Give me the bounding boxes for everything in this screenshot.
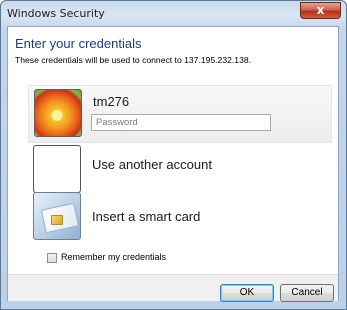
dialog-description: These credentials will be used to connec… [15, 55, 252, 65]
dialog-heading: Enter your credentials [15, 36, 142, 51]
cancel-button[interactable]: Cancel [280, 284, 334, 302]
password-input[interactable] [91, 114, 271, 131]
flower-user-icon [34, 89, 82, 137]
window-title: Windows Security [7, 7, 105, 20]
another-account-label: Use another account [92, 157, 212, 172]
smart-card-label: Insert a smart card [92, 209, 201, 224]
account-tile-smartcard[interactable]: Insert a smart card [28, 189, 332, 247]
card-chip [51, 215, 63, 225]
blank-user-icon [33, 145, 81, 193]
account-tile-tm276[interactable]: tm276 [28, 85, 332, 143]
remember-label: Remember my credentials [61, 252, 167, 262]
account-username: tm276 [93, 94, 130, 109]
close-icon: x [316, 3, 325, 17]
ok-button[interactable]: OK [220, 284, 274, 302]
title-bar[interactable]: Windows Security x [1, 1, 346, 27]
button-bar: OK Cancel [8, 274, 338, 302]
remember-checkbox[interactable] [47, 253, 57, 263]
smart-card-icon [33, 192, 81, 240]
close-button[interactable]: x [300, 2, 341, 19]
